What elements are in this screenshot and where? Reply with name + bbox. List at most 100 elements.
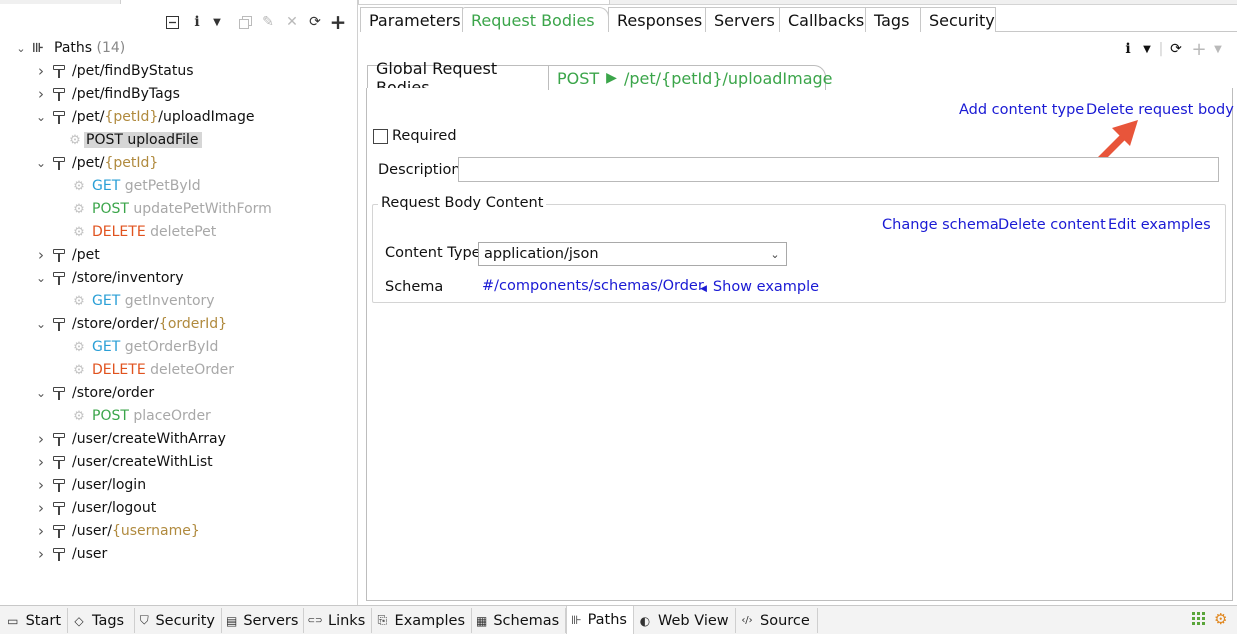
chevron-right-icon[interactable]: › (34, 453, 48, 471)
chevron-right-icon[interactable]: › (34, 476, 48, 494)
show-example-label: Show example (712, 279, 820, 295)
path-segment: /store/order (72, 385, 155, 401)
bottom-tab-start[interactable]: ▭ Start (2, 608, 68, 633)
tree-path-item[interactable]: › /pet (34, 244, 100, 266)
change-schema-link[interactable]: Change schema (882, 217, 999, 233)
operation-label: DELETE deletePet (92, 224, 216, 240)
bottom-tab-paths[interactable]: ⊪ Paths (566, 606, 634, 634)
path-pin-icon (52, 454, 66, 470)
bottom-tab-servers[interactable]: ▤ Servers (222, 608, 304, 633)
chevron-down-icon[interactable]: ⌄ (34, 156, 48, 170)
dropdown-arrow-icon[interactable]: ▼ (1212, 40, 1224, 58)
operation-gear-icon: ⚙ (69, 132, 81, 148)
bottom-tab-links[interactable]: ⊂⊃ Links (304, 608, 372, 633)
tree-path-item[interactable]: › /user/{username} (34, 520, 200, 542)
tree-path-item[interactable]: ⌄ /store/order/{orderId} (34, 313, 227, 335)
bottom-tab-examples[interactable]: ⎘ Examples (372, 608, 472, 633)
chevron-down-icon[interactable]: ⌄ (34, 386, 48, 400)
tree-path-item[interactable]: ⌄ /store/inventory (34, 267, 184, 289)
subtab-post-upload-image[interactable]: POST ▶ /pet/{petId}/uploadImage (548, 65, 833, 90)
tree-path-item[interactable]: › /user/login (34, 474, 146, 496)
tab-parameters[interactable]: Parameters (360, 7, 463, 32)
tree-path-item[interactable]: ⌄ /pet/{petId}/uploadImage (34, 106, 255, 128)
chevron-right-icon[interactable]: › (34, 522, 48, 540)
tree-root-paths[interactable]: ⌄ ⊪ Paths (14) (14, 37, 125, 59)
tree-operation-item[interactable]: ⚙ GET getInventory (72, 290, 214, 312)
paths-tree-panel: i ▼ ✎ ✕ ⟳ + ⌄ ⊪ Paths (14) › /pet/findByS… (0, 4, 358, 605)
tab-tags[interactable]: Tags (865, 7, 921, 32)
tree-operation-item[interactable]: ⚙ POST uploadFile (68, 129, 203, 151)
chevron-right-icon[interactable]: › (34, 62, 48, 80)
tree-path-item[interactable]: › /pet/findByStatus (34, 60, 194, 82)
bottom-tab-label: Web View (658, 612, 729, 629)
chevron-right-icon[interactable]: › (34, 246, 48, 264)
tree-operation-item[interactable]: ⚙ GET getPetById (72, 175, 200, 197)
add-icon[interactable]: + (1191, 39, 1207, 60)
tree-path-item[interactable]: ⌄ /store/order (34, 382, 154, 404)
servers-icon: ▤ (226, 613, 238, 628)
description-input[interactable] (458, 157, 1219, 182)
chevron-down-icon[interactable]: ⌄ (34, 271, 48, 285)
delete-icon[interactable]: ✕ (283, 12, 301, 32)
edit-examples-link[interactable]: Edit examples (1108, 217, 1211, 233)
path-segment: /user (72, 546, 108, 562)
content-type-select[interactable]: application/json ⌄ (478, 242, 787, 266)
refresh-icon[interactable]: ⟳ (1168, 40, 1184, 58)
tree-operation-item[interactable]: ⚙ POST updatePetWithForm (72, 198, 272, 220)
tree-operation-item[interactable]: ⚙ POST placeOrder (72, 405, 211, 427)
bottom-tab-label: Servers (243, 612, 299, 629)
bottom-tab-web-view[interactable]: ◐ Web View (634, 608, 736, 633)
tab-label: Security (929, 10, 995, 30)
start-icon: ▭ (7, 613, 19, 628)
tree-path-item[interactable]: ⌄ /pet/{petId} (34, 152, 158, 174)
bottom-tab-tags[interactable]: ◇ Tags (68, 608, 135, 633)
required-checkbox[interactable] (373, 129, 388, 144)
chevron-down-icon[interactable]: ⌄ (34, 317, 48, 331)
refresh-icon[interactable]: ⟳ (306, 12, 324, 32)
bottom-tab-source[interactable]: ‹/› Source (736, 608, 818, 633)
subtab-global-request-bodies[interactable]: Global Request Bodies (367, 59, 549, 97)
info-icon[interactable]: i (1122, 40, 1134, 58)
chevron-right-icon[interactable]: › (34, 85, 48, 103)
tab-security[interactable]: Security (920, 7, 996, 32)
operation-method: POST (92, 201, 129, 217)
add-content-type-link[interactable]: Add content type (959, 102, 1084, 118)
chevron-right-icon[interactable]: › (34, 499, 48, 517)
tree-path-item[interactable]: › /user (34, 543, 107, 565)
copy-icon[interactable] (236, 12, 254, 32)
delete-content-link[interactable]: Delete content (998, 217, 1106, 233)
edit-icon[interactable]: ✎ (259, 12, 277, 32)
grid-apps-icon[interactable] (1192, 612, 1206, 630)
path-pin-icon (52, 86, 66, 102)
settings-gear-icon[interactable]: ⚙ (1214, 610, 1227, 628)
chevron-right-icon[interactable]: › (34, 545, 48, 563)
tree-path-item[interactable]: › /user/logout (34, 497, 156, 519)
collapse-all-icon[interactable] (163, 12, 181, 32)
tree-operation-item[interactable]: ⚙ DELETE deletePet (72, 221, 216, 243)
tree-path-item[interactable]: › /pet/findByTags (34, 83, 180, 105)
show-example-toggle[interactable]: ◀ Show example (700, 279, 819, 295)
chevron-down-icon[interactable]: ⌄ (14, 42, 28, 55)
tree-path-item[interactable]: › /user/createWithList (34, 451, 213, 473)
tree-path-item[interactable]: › /user/createWithArray (34, 428, 226, 450)
info-icon[interactable]: i (188, 12, 206, 32)
tab-servers[interactable]: Servers (705, 7, 780, 32)
tab-request-bodies[interactable]: Request Bodies (462, 7, 609, 32)
schema-ref-link[interactable]: #/components/schemas/Order (482, 278, 704, 294)
path-pin-icon (52, 385, 66, 401)
add-icon[interactable]: + (329, 10, 347, 34)
schemas-icon: ▦ (476, 613, 488, 628)
tab-callbacks[interactable]: Callbacks (779, 7, 866, 32)
dropdown-arrow-icon[interactable]: ▼ (1141, 40, 1153, 58)
operation-name: deletePet (150, 224, 217, 240)
bottom-tab-schemas[interactable]: ▦ Schemas (472, 608, 566, 633)
bottom-tab-label: Examples (394, 612, 465, 629)
tab-responses[interactable]: Responses (608, 7, 706, 32)
bottom-tab-security[interactable]: ⛉ Security (135, 608, 222, 633)
tree-operation-item[interactable]: ⚙ GET getOrderById (72, 336, 218, 358)
chevron-right-icon[interactable]: › (34, 430, 48, 448)
tree-operation-item[interactable]: ⚙ DELETE deleteOrder (72, 359, 234, 381)
dropdown-arrow-icon[interactable]: ▼ (208, 12, 226, 32)
bottom-tab-label: Links (328, 612, 366, 629)
chevron-down-icon[interactable]: ⌄ (34, 110, 48, 124)
